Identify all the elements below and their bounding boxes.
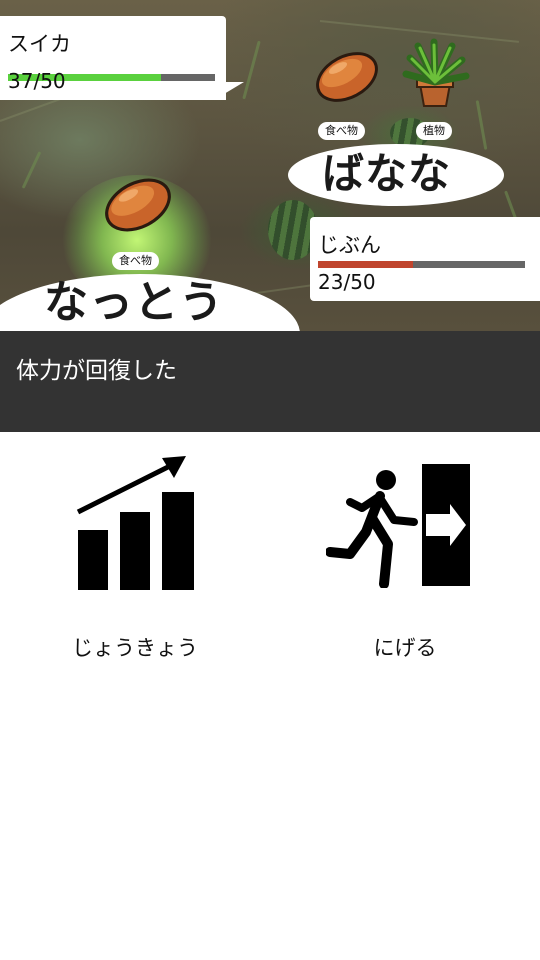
enemy-status-panel: スイカ 37/50 — [0, 16, 226, 100]
battle-message: 体力が回復した — [16, 358, 177, 384]
exit-running-icon — [326, 464, 470, 588]
bread-icon — [105, 178, 171, 232]
player-hp-bar — [318, 261, 525, 268]
bread-icon — [316, 52, 378, 102]
player-status-panel: じぶん 23/50 — [310, 217, 540, 301]
enemy-panel-tail — [214, 82, 244, 100]
battle-message-box: 体力が回復した — [0, 331, 540, 432]
player-hp-text: 23/50 — [318, 270, 376, 294]
player-name: じぶん — [318, 233, 381, 257]
enemy-type-tag-food: 食べ物 — [318, 122, 365, 140]
status-command-button[interactable]: じょうきょう — [0, 432, 270, 682]
run-command-label: にげる — [373, 636, 437, 660]
enemy-hp-text: 37/50 — [8, 69, 66, 93]
player-hp-fill — [318, 261, 414, 268]
enemy-type-tag-plant: 植物 — [416, 122, 452, 140]
player-monster-name: なっとう — [44, 277, 224, 328]
battle-field: スイカ 37/50 食べ物 植物 ばなな じぶん 23/50 食べ物 なっとう — [0, 0, 540, 331]
growth-chart-icon — [76, 456, 194, 590]
enemy-monster-name: ばなな — [322, 149, 452, 198]
run-command-button[interactable]: にげる — [270, 432, 540, 682]
status-command-label: じょうきょう — [72, 636, 198, 660]
potted-plant-icon — [402, 38, 470, 107]
enemy-name: スイカ — [8, 32, 71, 56]
